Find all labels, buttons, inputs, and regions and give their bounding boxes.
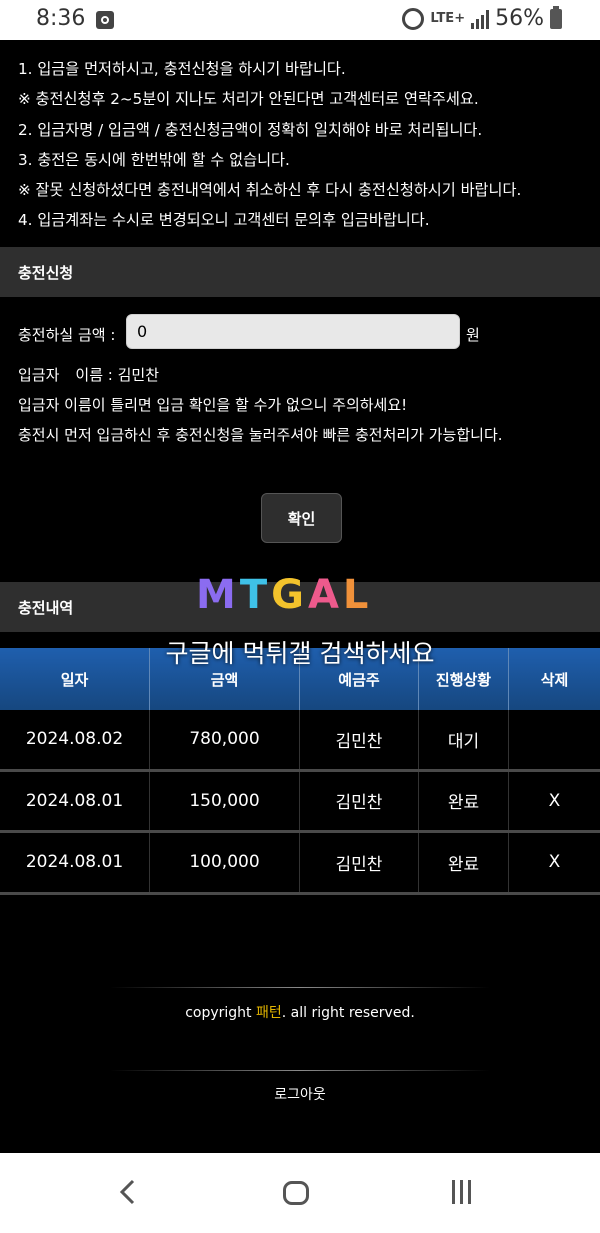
watermark-letter: T — [239, 572, 272, 618]
battery-icon — [550, 5, 562, 29]
amount-input[interactable] — [126, 314, 460, 349]
cell-amount: 100,000 — [150, 833, 300, 892]
table-row: 2024.08.02 780,000 김민찬 대기 — [0, 710, 600, 772]
cell-date: 2024.08.01 — [0, 833, 150, 892]
logout-link[interactable]: 로그아웃 — [0, 1084, 600, 1104]
cell-holder: 김민찬 — [300, 710, 419, 769]
cell-amount: 150,000 — [150, 771, 300, 830]
notice-item: 1. 입금을 먼저하시고, 충전신청을 하시기 바랍니다. — [18, 60, 346, 78]
notice-list: 1. 입금을 먼저하시고, 충전신청을 하시기 바랍니다. ※ 충전신청후 2~… — [0, 40, 600, 247]
watermark-letter: L — [342, 572, 373, 618]
table-row: 2024.08.01 150,000 김민찬 완료 X — [0, 771, 600, 833]
column-header-holder: 예금주 — [300, 648, 419, 710]
notice-item: ※ 잘못 신청하셨다면 충전내역에서 취소하신 후 다시 충전신청하시기 바랍니… — [18, 181, 522, 200]
guide-text: 충전시 먼저 입금하신 후 충전신청을 눌러주셔야 빠른 충전처리가 가능합니다… — [18, 426, 503, 444]
watermark-letter: A — [307, 572, 343, 618]
currency-unit: 원 — [466, 326, 480, 344]
delete-button[interactable]: X — [509, 772, 600, 831]
table-row: 2024.08.01 100,000 김민찬 완료 X — [0, 833, 600, 895]
table-header: 일자 금액 예금주 진행상황 삭제 — [0, 648, 600, 710]
delete-button[interactable]: X — [509, 833, 600, 892]
warning-text: 입금자 이름이 틀리면 입금 확인을 할 수가 없으니 주의하세요! — [18, 396, 408, 414]
column-header-delete: 삭제 — [540, 670, 569, 689]
notice-item: 2. 입금자명 / 입금액 / 충전신청금액이 정확히 일치해야 바로 처리됩니… — [18, 120, 483, 139]
watermark-logo: MTGAL — [196, 572, 372, 618]
cell-holder: 김민찬 — [300, 833, 419, 892]
status-time: 8:36 — [36, 6, 86, 31]
column-header-date: 일자 — [0, 648, 150, 710]
cell-holder: 김민찬 — [300, 771, 419, 830]
charge-form: 충전하실 금액 : 원 입금자 이름 : 김민찬 입금자 이름이 틀리면 입금 확… — [0, 297, 600, 582]
cell-date: 2024.08.02 — [0, 710, 150, 769]
charge-request-title: 충전신청 — [18, 264, 74, 282]
confirm-button[interactable]: 확인 — [261, 493, 342, 543]
charge-request-header: 충전신청 — [0, 247, 600, 297]
notice-item: 4. 입금계좌는 수시로 변경되오니 고객센터 문의후 입금바랍니다. — [18, 211, 430, 230]
network-type: LTE+ — [430, 11, 466, 26]
cell-status: 완료 — [419, 833, 509, 892]
back-icon[interactable] — [118, 1179, 138, 1205]
copyright-suffix: . all right reserved. — [281, 1005, 415, 1021]
cell-delete — [509, 710, 600, 769]
footer-divider — [110, 1070, 490, 1071]
history-title: 충전내역 — [18, 599, 74, 617]
footer-divider — [110, 987, 490, 988]
watermark-letter: M — [196, 572, 240, 618]
depositor-row: 입금자 이름 : 김민찬 — [18, 364, 159, 385]
column-header-status: 진행상황 — [419, 648, 509, 710]
navigation-bar — [0, 1153, 600, 1233]
cell-amount: 780,000 — [150, 710, 300, 769]
column-header-amount: 금액 — [150, 648, 300, 710]
status-right: LTE+ 56% — [402, 5, 562, 31]
cell-status: 대기 — [419, 710, 509, 769]
home-icon[interactable] — [283, 1181, 309, 1205]
history-table: 일자 금액 예금주 진행상황 삭제 2024.08.02 780,000 김민찬… — [0, 648, 600, 895]
brand-name: 패턴 — [256, 1005, 282, 1021]
amount-label: 충전하실 금액 : — [18, 326, 116, 344]
watermark-letter: G — [271, 572, 308, 618]
cell-date: 2024.08.01 — [0, 771, 150, 830]
alarm-icon — [402, 7, 425, 30]
clock-icon — [96, 11, 114, 29]
copyright-prefix: copyright — [185, 1005, 252, 1021]
battery-percent: 56% — [495, 6, 544, 31]
notice-item: ※ 충전신청후 2~5분이 지나도 처리가 안된다면 고객센터로 연락주세요. — [18, 90, 479, 109]
depositor-label: 입금자 — [18, 366, 60, 384]
recent-apps-icon[interactable] — [452, 1180, 471, 1204]
notice-item: 3. 충전은 동시에 한번밖에 할 수 없습니다. — [18, 150, 290, 169]
copyright-text: copyright 패턴. all right reserved. — [0, 1002, 600, 1022]
cell-status: 완료 — [419, 771, 509, 830]
signal-icon — [471, 9, 490, 29]
depositor-name: 이름 : 김민찬 — [75, 366, 159, 384]
status-bar: 8:36 LTE+ 56% — [0, 0, 600, 40]
